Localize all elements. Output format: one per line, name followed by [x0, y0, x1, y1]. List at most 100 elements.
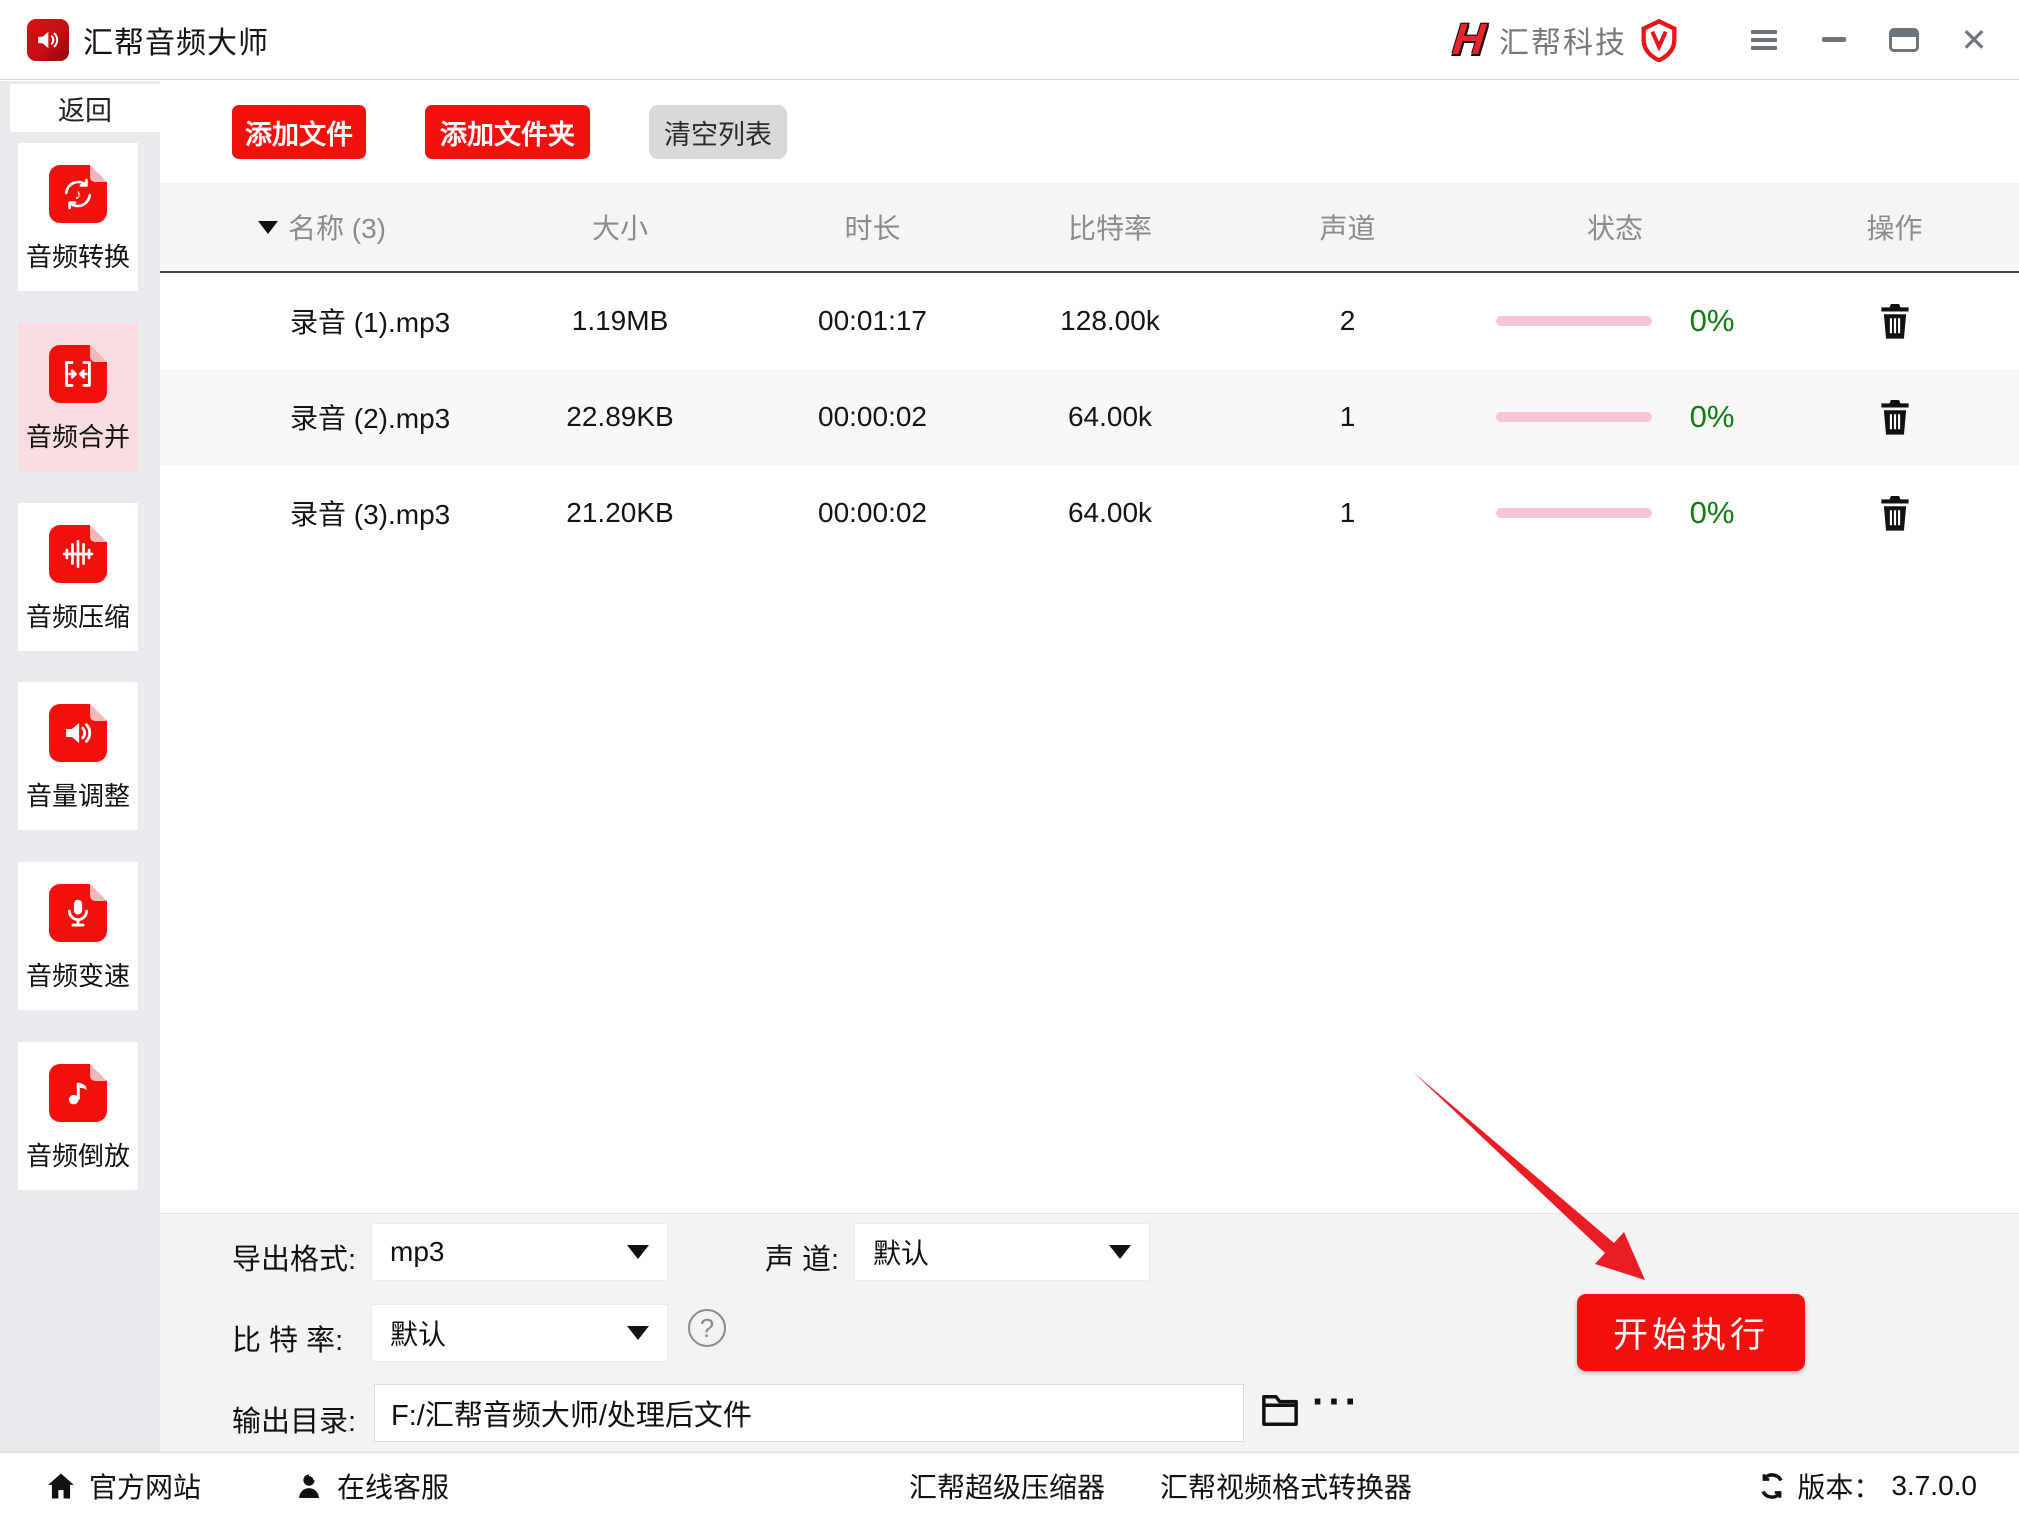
- file-bitrate: 64.00k: [1067, 401, 1153, 432]
- audio-speed-mic-icon: [49, 884, 107, 942]
- audio-compress-icon: [49, 525, 107, 583]
- back-button[interactable]: 返回: [10, 84, 160, 132]
- version-info[interactable]: 版本： 3.7.0.0: [1757, 1466, 1977, 1506]
- file-bitrate: 128.00k: [1060, 305, 1160, 336]
- bitrate-select[interactable]: 默认: [371, 1304, 668, 1362]
- file-status: 0%: [1460, 399, 1770, 435]
- progress-bar: [1495, 316, 1652, 326]
- sidebar-item-audio-convert[interactable]: ♪ 音频转换: [18, 143, 138, 291]
- sidebar-item-label: 音频倒放: [25, 1141, 130, 1171]
- file-duration: 00:01:17: [818, 305, 927, 336]
- app-logo-speaker-icon: [27, 18, 69, 61]
- maximize-button[interactable]: [1869, 0, 1939, 80]
- file-status: 0%: [1460, 303, 1770, 339]
- export-format-select[interactable]: mp3: [371, 1223, 668, 1281]
- minimize-button[interactable]: [1799, 0, 1869, 80]
- channel-select[interactable]: 默认: [854, 1223, 1150, 1281]
- file-size: 1.19MB: [571, 305, 669, 336]
- menu-icon[interactable]: [1729, 0, 1799, 80]
- official-website-link[interactable]: 官方网站: [45, 1466, 201, 1506]
- main-area: 添加文件 添加文件夹 清空列表 名称 (3) 大小 时长 比特率 声道 状态 操…: [160, 81, 2019, 1452]
- svg-text:♪: ♪: [74, 187, 81, 203]
- file-status: 0%: [1460, 495, 1770, 531]
- file-name: 录音 (2).mp3: [290, 403, 451, 434]
- sidebar-item-audio-speed[interactable]: 音频变速: [18, 862, 138, 1010]
- brand-name: 汇帮科技: [1499, 26, 1627, 60]
- audio-merge-icon: [49, 345, 107, 403]
- column-header-status[interactable]: 状态: [1460, 207, 1770, 247]
- column-header-bitrate[interactable]: 比特率: [985, 207, 1235, 247]
- output-dir-label: 输出目录:: [232, 1406, 357, 1438]
- progress-percent: 0%: [1689, 303, 1735, 338]
- file-size: 21.20KB: [566, 497, 674, 528]
- footer: 官方网站 在线客服 汇帮超级压缩器 汇帮视频格式转换器 版本： 3.7.0.0: [0, 1452, 2019, 1519]
- folder-icon: [1262, 1395, 1298, 1427]
- chevron-down-icon: [627, 1245, 649, 1259]
- title-bar: 汇帮音频大师 H 汇帮科技 ✕: [0, 0, 2019, 80]
- add-file-button[interactable]: 添加文件: [232, 105, 366, 159]
- sidebar-item-audio-compress[interactable]: 音频压缩: [18, 503, 138, 651]
- help-icon[interactable]: ?: [688, 1309, 726, 1347]
- file-table: 名称 (3) 大小 时长 比特率 声道 状态 操作 录音 (1).mp3 1.1…: [160, 183, 2019, 561]
- column-header-size[interactable]: 大小: [480, 207, 760, 247]
- start-execute-button[interactable]: 开始执行: [1577, 1294, 1805, 1371]
- sidebar-item-label: 音频合并: [25, 422, 130, 452]
- delete-file-button[interactable]: [1878, 494, 1912, 532]
- sidebar-item-label: 音频变速: [25, 961, 130, 991]
- home-icon: [48, 1473, 74, 1499]
- trash-icon: [1880, 304, 1909, 339]
- sort-descending-icon: [258, 220, 278, 234]
- table-row[interactable]: 录音 (2).mp3 22.89KB 00:00:02 64.00k 1 0%: [160, 369, 2019, 465]
- table-header: 名称 (3) 大小 时长 比特率 声道 状态 操作: [160, 183, 2019, 273]
- version-label: 版本：: [1797, 1472, 1882, 1503]
- chevron-down-icon: [1109, 1245, 1131, 1259]
- column-header-action: 操作: [1866, 213, 1923, 244]
- sidebar-item-label: 音频转换: [25, 242, 130, 272]
- file-size: 22.89KB: [566, 401, 674, 432]
- brand-h-logo-icon: H: [1450, 14, 1488, 64]
- file-name: 录音 (1).mp3: [290, 307, 451, 338]
- column-header-duration[interactable]: 时长: [760, 207, 985, 247]
- delete-file-button[interactable]: [1878, 398, 1912, 436]
- chevron-down-icon: [627, 1326, 649, 1340]
- audio-convert-icon: ♪: [49, 165, 107, 223]
- sidebar-item-audio-merge[interactable]: 音频合并: [18, 323, 138, 471]
- brand-shield-badge-icon: [1641, 18, 1677, 62]
- file-duration: 00:00:02: [818, 401, 927, 432]
- sidebar-item-label: 音频压缩: [25, 602, 130, 632]
- sidebar: 返回 ♪ 音频转换 音频合并 音频压缩 音量调整 音频变速 音频倒放: [0, 81, 160, 1452]
- video-converter-link[interactable]: 汇帮视频格式转换器: [1160, 1466, 1412, 1506]
- export-format-label: 导出格式:: [232, 1244, 357, 1276]
- progress-bar: [1495, 412, 1652, 422]
- trash-icon: [1880, 496, 1909, 531]
- add-folder-button[interactable]: 添加文件夹: [425, 105, 590, 159]
- file-name: 录音 (3).mp3: [290, 499, 451, 530]
- table-row[interactable]: 录音 (1).mp3 1.19MB 00:01:17 128.00k 2 0%: [160, 273, 2019, 369]
- titlebar-right: H 汇帮科技 ✕: [1450, 0, 2019, 80]
- sidebar-item-audio-reverse[interactable]: 音频倒放: [18, 1042, 138, 1190]
- file-channels: 1: [1339, 401, 1356, 432]
- refresh-icon: [1761, 1473, 1783, 1499]
- super-compressor-link[interactable]: 汇帮超级压缩器: [909, 1466, 1105, 1506]
- sidebar-item-label: 音量调整: [25, 781, 130, 811]
- file-channels: 2: [1339, 305, 1356, 336]
- bitrate-label: 比 特 率:: [232, 1325, 344, 1357]
- trash-icon: [1880, 400, 1909, 435]
- audio-reverse-note-icon: [49, 1064, 107, 1122]
- output-dir-input[interactable]: [374, 1384, 1244, 1442]
- online-service-link[interactable]: 在线客服: [293, 1466, 449, 1506]
- close-button[interactable]: ✕: [1939, 0, 2009, 80]
- sidebar-item-volume-adjust[interactable]: 音量调整: [18, 682, 138, 830]
- clear-list-button[interactable]: 清空列表: [649, 105, 787, 159]
- channel-label: 声 道:: [765, 1244, 840, 1276]
- table-row[interactable]: 录音 (3).mp3 21.20KB 00:00:02 64.00k 1 0%: [160, 465, 2019, 561]
- more-options-button[interactable]: ···: [1312, 1380, 1361, 1425]
- open-folder-button[interactable]: [1258, 1388, 1302, 1435]
- file-duration: 00:00:02: [818, 497, 927, 528]
- settings-panel: 导出格式: mp3 声 道: 默认 比 特 率: 默认 ? 输出目录: ··· …: [160, 1213, 2019, 1452]
- delete-file-button[interactable]: [1878, 302, 1912, 340]
- customer-service-icon: [299, 1474, 319, 1498]
- version-value: 3.7.0.0: [1891, 1470, 1977, 1501]
- column-header-name[interactable]: 名称 (3): [160, 207, 480, 247]
- column-header-channels[interactable]: 声道: [1235, 207, 1460, 247]
